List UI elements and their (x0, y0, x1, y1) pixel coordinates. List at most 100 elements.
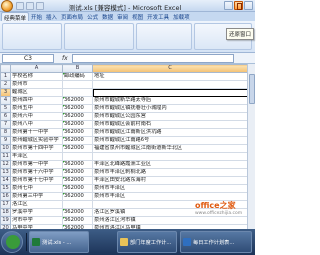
row-header[interactable]: 6 (0, 112, 11, 121)
cell-b[interactable]: 362000 (62, 168, 93, 177)
tab-add-ins[interactable]: 加载项 (171, 12, 192, 21)
formula-input[interactable] (72, 54, 234, 63)
taskbar-item-folder[interactable]: 部门年度工作计... (117, 231, 177, 253)
cell-a[interactable]: 泉州鲤城区实验中学 (10, 136, 63, 145)
cell-c[interactable]: 泉州市丰泽区刺桐北路 (92, 168, 248, 177)
cell-a[interactable]: 洛江区 (10, 200, 63, 209)
cell-a[interactable]: 泉州市第十七中学 (10, 176, 63, 185)
row-header[interactable]: 5 (0, 104, 11, 113)
row-header[interactable]: 17 (0, 200, 11, 209)
ribbon-group[interactable] (136, 23, 192, 50)
cell-a[interactable]: 泉州第十一中学 (10, 128, 63, 137)
cell-b[interactable]: 362000 (62, 112, 93, 121)
restore-button[interactable] (234, 1, 243, 10)
undo-icon[interactable] (26, 2, 34, 10)
tab-insert[interactable]: 插入 (44, 12, 59, 21)
cell-c[interactable] (92, 152, 248, 161)
cell-b[interactable]: 362000 (62, 120, 93, 129)
cell-b[interactable]: 362000 (62, 208, 93, 217)
cell-a[interactable]: 泉州四中 (10, 96, 63, 105)
cell-c[interactable]: 福建省泉州市鲤城区江南街道新华北区 (92, 144, 248, 153)
cell-c[interactable]: 泉州市鲤城区会前村南石 (92, 120, 248, 129)
tab-page-layout[interactable]: 页面布局 (59, 12, 85, 21)
cell-c[interactable]: 泉州洛江区河市镇 (92, 216, 248, 225)
cell-b[interactable]: 362000 (62, 160, 93, 169)
row-header[interactable]: 4 (0, 96, 11, 105)
close-button[interactable] (244, 1, 253, 10)
cell-b[interactable]: 362000 (62, 216, 93, 225)
row-header[interactable]: 10 (0, 144, 11, 153)
cell-a[interactable]: 泉州第三中学 (10, 192, 63, 201)
select-all-corner[interactable] (0, 64, 11, 73)
save-icon[interactable] (16, 2, 24, 10)
cell-a[interactable]: 泉州七中 (10, 184, 63, 193)
row-header[interactable]: 14 (0, 176, 11, 185)
cell-a[interactable]: 河市中学 (10, 216, 63, 225)
cell-b[interactable]: 362000 (62, 192, 93, 201)
cell-a[interactable]: 鲤城区 (10, 88, 63, 97)
cell-c[interactable]: 泉州市鲤城新华路太寺后 (92, 96, 248, 105)
cell-c[interactable]: 泉州市丰泽区 (92, 184, 248, 193)
cell-a[interactable]: 罗溪中学 (10, 208, 63, 217)
cell-c[interactable] (92, 80, 248, 89)
cell-b[interactable] (62, 80, 93, 89)
taskbar-item-excel[interactable]: 测试.xls - ... (29, 231, 89, 253)
cell-b[interactable]: 362000 (62, 144, 93, 153)
column-header-b[interactable]: B (62, 64, 93, 73)
cell-b[interactable]: 362000 (62, 128, 93, 137)
ribbon-group[interactable] (2, 23, 62, 50)
row-header[interactable]: 1 (0, 72, 11, 81)
tab-review[interactable]: 审阅 (115, 12, 130, 21)
insert-function-icon[interactable]: fx (62, 54, 68, 63)
redo-icon[interactable] (36, 2, 44, 10)
row-header[interactable]: 9 (0, 136, 11, 145)
cell-a[interactable]: 泉州市 (10, 80, 63, 89)
cell-a[interactable]: 泉州市第一中学 (10, 160, 63, 169)
minimize-button[interactable] (224, 1, 233, 10)
cell-b[interactable]: 362000 (62, 104, 93, 113)
cell-a[interactable]: 丰泽区 (10, 152, 63, 161)
cell-c[interactable]: 泉州市鲤城区公园东宫 (92, 112, 248, 121)
cell-b[interactable] (62, 152, 93, 161)
cell-a[interactable]: 泉州八中 (10, 120, 63, 129)
row-header[interactable]: 15 (0, 184, 11, 193)
cell-b[interactable] (62, 200, 93, 209)
row-header[interactable]: 12 (0, 160, 11, 169)
cell-b[interactable]: 362000 (62, 96, 93, 105)
cell-c[interactable] (92, 88, 248, 97)
cell-b[interactable]: 362000 (62, 136, 93, 145)
cell-a[interactable]: 泉州市第十六中学 (10, 168, 63, 177)
cell-b[interactable]: 邮政编码 (62, 72, 93, 81)
row-header[interactable]: 2 (0, 80, 11, 89)
tab-data[interactable]: 数据 (100, 12, 115, 21)
cell-b[interactable]: 362000 (62, 184, 93, 193)
column-header-a[interactable]: A (10, 64, 63, 73)
row-header[interactable]: 16 (0, 192, 11, 201)
row-header[interactable]: 18 (0, 208, 11, 217)
cell-c[interactable]: 泉州市鲤城区镇抚巷壮小城隍内 (92, 104, 248, 113)
row-header[interactable]: 19 (0, 216, 11, 225)
name-box[interactable]: C3 (2, 54, 54, 63)
start-button[interactable] (1, 231, 23, 253)
cell-c[interactable]: 丰泽区北峰路霞洲工业区 (92, 160, 248, 169)
row-header[interactable]: 3 (0, 88, 11, 97)
cell-c[interactable]: 泉州市鲤城区江南新区洪坑路 (92, 128, 248, 137)
vertical-scrollbar[interactable] (247, 64, 255, 229)
tab-formulas[interactable]: 公式 (85, 12, 100, 21)
tab-classic-menu[interactable]: 经典菜单 (1, 12, 30, 22)
cell-c[interactable]: 泉州市鲤城区江南路6号 (92, 136, 248, 145)
cell-b[interactable] (62, 88, 93, 97)
cell-c[interactable]: 丰泽区田安北路东海村 (92, 176, 248, 185)
cell-a[interactable]: 泉州市第十四中学 (10, 144, 63, 153)
row-header[interactable]: 11 (0, 152, 11, 161)
cell-c[interactable]: 地址 (92, 72, 248, 81)
tab-view[interactable]: 视图 (130, 12, 145, 21)
cell-a[interactable]: 泉州六中 (10, 112, 63, 121)
cell-a[interactable]: 泉州五中 (10, 104, 63, 113)
row-header[interactable]: 7 (0, 120, 11, 129)
tab-developer[interactable]: 开发工具 (145, 12, 171, 21)
scrollbar-thumb[interactable] (249, 74, 255, 104)
row-header[interactable]: 13 (0, 168, 11, 177)
row-header[interactable]: 8 (0, 128, 11, 137)
tab-home[interactable]: 开始 (29, 12, 44, 21)
